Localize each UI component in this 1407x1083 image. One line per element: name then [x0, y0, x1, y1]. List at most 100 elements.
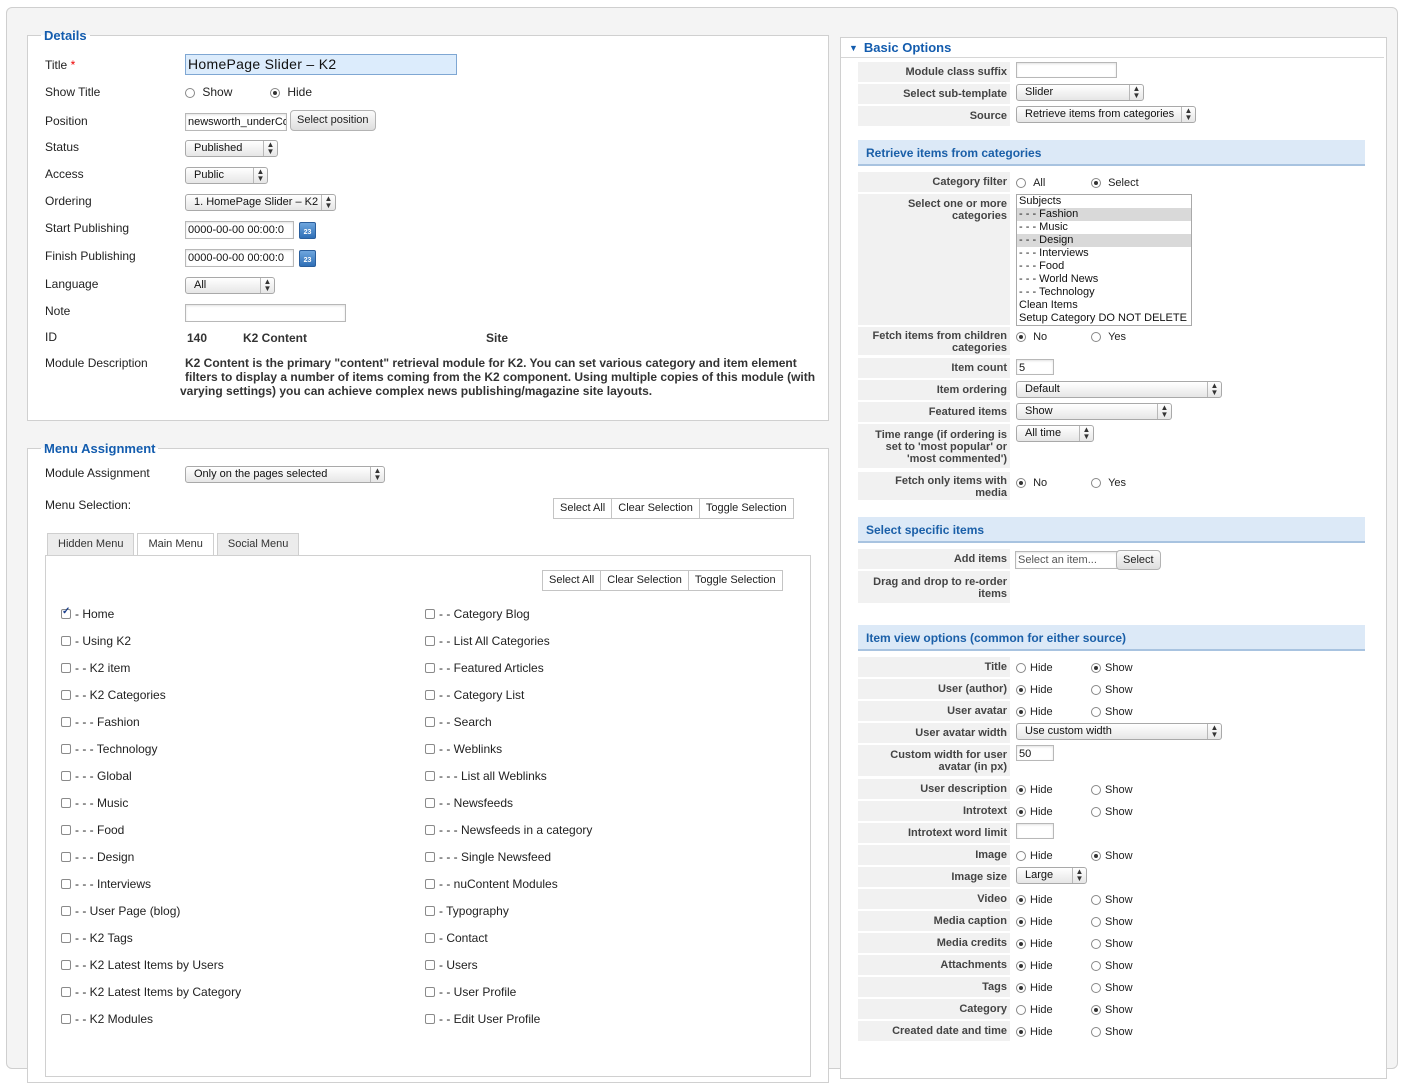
menu-item-checkbox[interactable]: [61, 959, 71, 970]
menu-item[interactable]: - - - Food: [61, 823, 124, 837]
category-option[interactable]: - - - World News: [1017, 273, 1191, 286]
menu-item-checkbox[interactable]: [425, 689, 435, 700]
menu-item-checkbox[interactable]: [425, 770, 435, 781]
position-input[interactable]: newsworth_underCo: [185, 113, 287, 131]
toggle-selection-button[interactable]: Toggle Selection: [687, 570, 783, 591]
tab-hidden-menu[interactable]: Hidden Menu: [47, 533, 135, 555]
category-option[interactable]: - - - Fashion: [1017, 208, 1191, 221]
show-option[interactable]: Show: [1091, 894, 1133, 906]
hide-option[interactable]: Hide: [1016, 982, 1053, 994]
show-option[interactable]: Show: [1091, 1026, 1133, 1038]
ordering-select[interactable]: 1. HomePage Slider – K2 ▲ ▼: [185, 194, 336, 211]
hide-option[interactable]: Hide: [1016, 806, 1053, 818]
finish-publishing-input[interactable]: 0000-00-00 00:00:0: [185, 249, 294, 267]
show-option[interactable]: Show: [1091, 960, 1133, 972]
menu-item[interactable]: - - - Music: [61, 796, 128, 810]
hide-radio[interactable]: [1016, 663, 1026, 674]
menu-item-checkbox[interactable]: [61, 1013, 71, 1024]
show-title-hide-option[interactable]: Hide: [270, 85, 312, 99]
sub-template-select[interactable]: Slider ▲ ▼: [1016, 84, 1144, 101]
hide-radio[interactable]: [1016, 1027, 1026, 1038]
show-radio[interactable]: [1091, 895, 1101, 906]
menu-item-checkbox[interactable]: [61, 797, 71, 808]
menu-item-checkbox[interactable]: [425, 986, 435, 997]
fetch-children-no-option[interactable]: No: [1016, 331, 1047, 343]
menu-item[interactable]: - - User Profile: [425, 985, 516, 999]
hide-radio[interactable]: [1016, 1005, 1026, 1016]
menu-item[interactable]: - - K2 item: [61, 661, 130, 675]
menu-item-checkbox[interactable]: [425, 905, 435, 916]
show-option[interactable]: Show: [1091, 982, 1133, 994]
hide-option[interactable]: Hide: [1016, 706, 1053, 718]
menu-item[interactable]: - - - Technology: [61, 742, 157, 756]
category-filter-all-option[interactable]: All: [1016, 177, 1045, 189]
category-option[interactable]: Clean Items: [1017, 299, 1191, 312]
menu-item[interactable]: - - Newsfeeds: [425, 796, 513, 810]
yes-radio[interactable]: [1091, 332, 1101, 343]
hide-radio[interactable]: [1016, 939, 1026, 950]
hide-radio[interactable]: [1016, 685, 1026, 696]
menu-item[interactable]: - - - List all Weblinks: [425, 769, 547, 783]
category-option[interactable]: Setup Category DO NOT DELETE: [1017, 312, 1191, 325]
menu-item-checkbox[interactable]: [61, 824, 71, 835]
show-radio[interactable]: [1091, 785, 1101, 796]
user-avatar-width-select[interactable]: Use custom width ▲ ▼: [1016, 723, 1222, 740]
featured-items-select[interactable]: Show ▲ ▼: [1016, 403, 1172, 420]
show-radio[interactable]: [1091, 1005, 1101, 1016]
menu-item-checkbox[interactable]: [61, 716, 71, 727]
item-count-input[interactable]: 5: [1016, 359, 1054, 375]
show-option[interactable]: Show: [1091, 662, 1133, 674]
menu-item-checkbox[interactable]: [61, 932, 71, 943]
hide-option[interactable]: Hide: [1016, 1026, 1053, 1038]
menu-item[interactable]: - - K2 Modules: [61, 1012, 153, 1026]
show-option[interactable]: Show: [1091, 806, 1133, 818]
menu-item[interactable]: - - Category List: [425, 688, 524, 702]
menu-item-checkbox[interactable]: [425, 662, 435, 673]
image-size-select[interactable]: Large ▲ ▼: [1016, 867, 1087, 884]
menu-item-checkbox[interactable]: [61, 851, 71, 862]
categories-listbox[interactable]: Subjects - - - Fashion - - - Music - - - De…: [1016, 194, 1192, 326]
menu-item-checkbox[interactable]: [61, 986, 71, 997]
show-option[interactable]: Show: [1091, 850, 1133, 862]
item-ordering-select[interactable]: Default ▲ ▼: [1016, 381, 1222, 398]
menu-item-checkbox[interactable]: [425, 851, 435, 862]
hide-option[interactable]: Hide: [1016, 784, 1053, 796]
category-option[interactable]: - - - Music: [1017, 221, 1191, 234]
hide-option[interactable]: Hide: [1016, 938, 1053, 950]
show-option[interactable]: Show: [1091, 938, 1133, 950]
add-items-input[interactable]: Select an item...: [1015, 551, 1118, 569]
menu-item[interactable]: - Contact: [425, 931, 488, 945]
basic-options-header[interactable]: ▼ Basic Options: [849, 40, 951, 55]
select-all-button[interactable]: Select All: [542, 570, 602, 591]
menu-item[interactable]: - - K2 Latest Items by Users: [61, 958, 224, 972]
menu-item-checkbox[interactable]: [61, 635, 71, 646]
fetch-media-yes-option[interactable]: Yes: [1091, 477, 1126, 489]
menu-item[interactable]: - - - Global: [61, 769, 132, 783]
menu-item[interactable]: - - K2 Categories: [61, 688, 166, 702]
show-radio[interactable]: [1091, 917, 1101, 928]
menu-item-checkbox[interactable]: [425, 1013, 435, 1024]
show-option[interactable]: Show: [1091, 706, 1133, 718]
status-select[interactable]: Published ▲ ▼: [185, 140, 278, 157]
menu-item-checkbox[interactable]: [425, 878, 435, 889]
hide-option[interactable]: Hide: [1016, 894, 1053, 906]
menu-item-checkbox[interactable]: [61, 743, 71, 754]
menu-item[interactable]: - Home: [61, 606, 114, 621]
category-option[interactable]: - - - Interviews: [1017, 247, 1191, 260]
menu-item-checkbox[interactable]: [61, 770, 71, 781]
calendar-icon[interactable]: 23: [299, 250, 316, 267]
show-option[interactable]: Show: [1091, 684, 1133, 696]
hide-option[interactable]: Hide: [1016, 850, 1053, 862]
show-radio[interactable]: [1091, 961, 1101, 972]
hide-radio[interactable]: [1016, 851, 1026, 862]
category-option[interactable]: Subjects: [1017, 195, 1191, 208]
menu-item[interactable]: - - - Design: [61, 850, 134, 864]
hide-radio[interactable]: [1016, 895, 1026, 906]
fetch-media-no-option[interactable]: No: [1016, 477, 1047, 489]
show-radio[interactable]: [1091, 663, 1101, 674]
menu-item[interactable]: - - Search: [425, 715, 492, 729]
category-option[interactable]: - - - Technology: [1017, 286, 1191, 299]
show-option[interactable]: Show: [1091, 1004, 1133, 1016]
custom-width-input[interactable]: 50: [1016, 745, 1054, 761]
menu-item[interactable]: - - - Interviews: [61, 877, 151, 891]
